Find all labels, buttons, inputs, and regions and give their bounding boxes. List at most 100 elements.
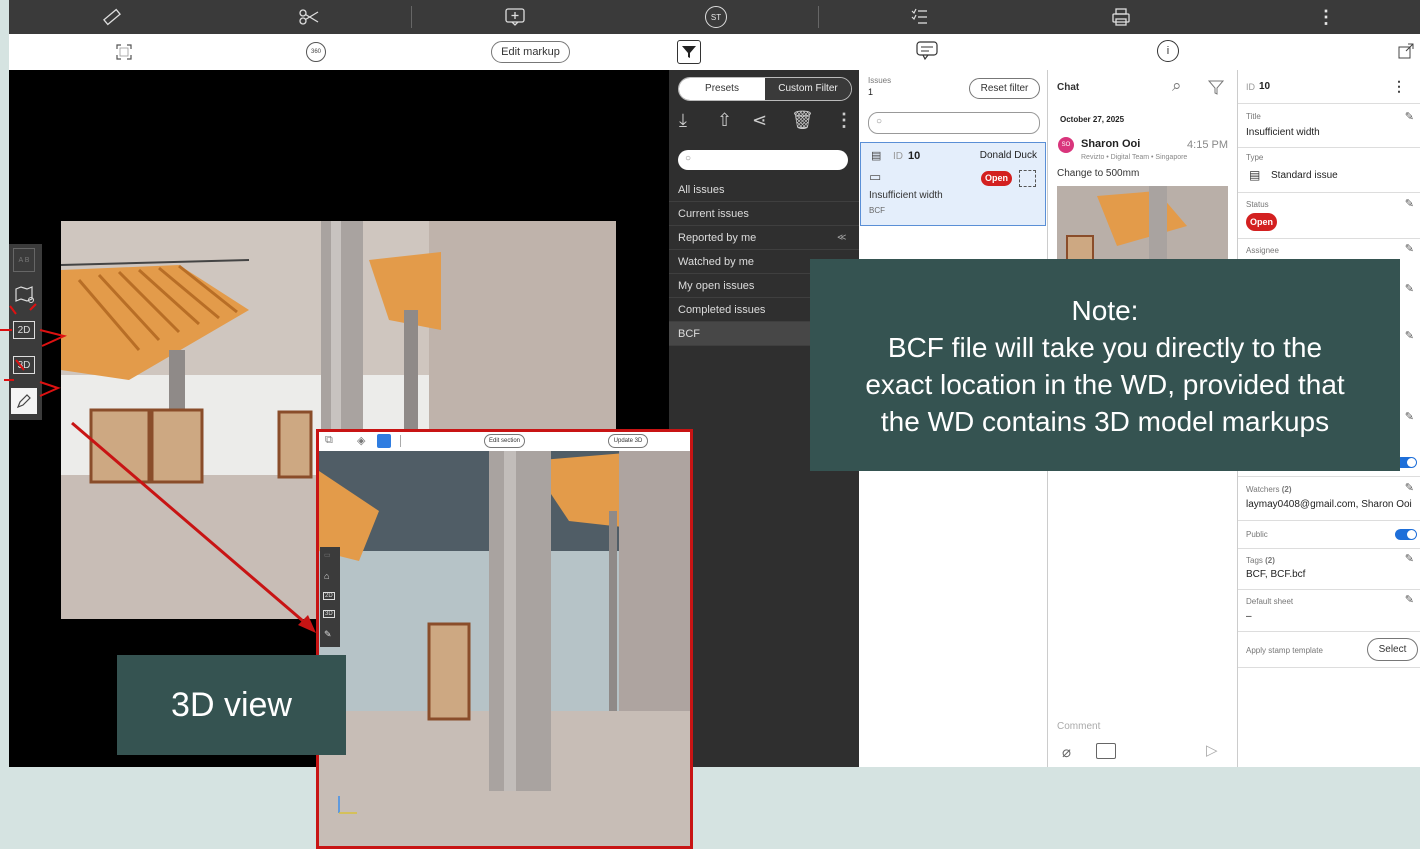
comment-icon: ▭ [869, 169, 882, 184]
more-vert-icon[interactable]: ⋮ [835, 110, 853, 131]
share-icon: ≪ [837, 232, 847, 242]
3d-view-button[interactable]: 3D [323, 610, 335, 618]
issue-id-label: ID [893, 151, 903, 162]
tab-presets[interactable]: Presets [679, 78, 765, 100]
view-360-label: 360 [306, 42, 326, 62]
issues-label: Issues [868, 76, 892, 85]
chat-title: Chat [1057, 82, 1080, 93]
comment-input[interactable]: Comment [1057, 721, 1100, 732]
more-vert-icon[interactable]: ⋮ [1312, 3, 1340, 31]
detail-watchers: laymay0408@gmail.com, Sharon Ooi [1246, 499, 1412, 510]
edit-pencil-icon[interactable]: ✎ [1405, 282, 1414, 295]
export-icon[interactable]: ⇧ [717, 110, 732, 131]
edit-pencil-icon[interactable]: ✎ [1405, 593, 1414, 606]
detail-default-sheet-label: Default sheet [1246, 597, 1294, 606]
filter-icon[interactable] [677, 40, 701, 64]
3d-view-label: 3D view [117, 655, 346, 755]
issue-assignee: Donald Duck [979, 150, 1037, 161]
edit-pencil-icon[interactable]: ✎ [1405, 410, 1414, 423]
edit-pencil-icon[interactable]: ✎ [1405, 552, 1414, 565]
popout-icon[interactable] [1397, 42, 1415, 60]
detail-public-label: Public [1246, 530, 1268, 539]
toolbar-divider [400, 435, 401, 447]
issue-tag: BCF [869, 206, 885, 215]
ruler-icon[interactable] [98, 3, 126, 31]
select-stamp-button[interactable]: Select [1367, 638, 1418, 661]
fullscreen-icon[interactable] [115, 43, 133, 61]
detail-status-label: Status [1246, 200, 1269, 209]
map-pin-icon[interactable]: ⌂ [324, 571, 329, 581]
attachment-icon[interactable]: ⌀ [1062, 743, 1071, 761]
print-icon[interactable] [1107, 3, 1135, 31]
issue-id: 10 [908, 150, 921, 162]
issue-search-input[interactable]: ○ [868, 112, 1040, 134]
search-icon[interactable]: ⌕ [1172, 76, 1182, 96]
annotation-marks [0, 303, 68, 397]
top-toolbar: ST ⋮ [9, 0, 1420, 34]
filter-item-current[interactable]: Current issues [669, 202, 859, 226]
filter-item-reported[interactable]: Reported by me [669, 226, 859, 250]
detail-stamp-label: Apply stamp template [1246, 646, 1323, 655]
right-toolbar: i [669, 34, 1420, 71]
filter-item-all[interactable]: All issues [669, 178, 859, 202]
stamp-icon[interactable]: ST [702, 3, 730, 31]
status-badge[interactable]: Open [1246, 213, 1277, 231]
edit-markup-button[interactable]: Edit markup [491, 41, 570, 63]
divider [1238, 103, 1420, 104]
zoom-icon[interactable] [377, 434, 391, 448]
share-icon[interactable]: ⋖ [752, 110, 767, 131]
divider [1238, 589, 1420, 590]
reset-filter-button[interactable]: Reset filter [969, 78, 1040, 99]
sheet-compare-icon[interactable]: A B [13, 248, 35, 272]
chat-date: October 27, 2025 [1060, 115, 1125, 124]
detail-title: Insufficient width [1246, 127, 1320, 138]
update-3d-button[interactable]: Update 3D [608, 434, 648, 448]
issue-card[interactable]: ▤ ID 10 Donald Duck ▭ Open Insufficient … [860, 142, 1046, 226]
note-heading: Note: [1071, 295, 1139, 326]
stamp-label: ST [705, 6, 727, 28]
divider [1238, 476, 1420, 477]
filter-search-input[interactable]: ○ [678, 150, 848, 170]
section-icon[interactable]: ⧉ [325, 434, 333, 447]
note-line-2: exact location in the WD, provided that [865, 369, 1345, 400]
edit-pencil-icon[interactable]: ✎ [1405, 110, 1414, 123]
chat-snapshot-image[interactable] [1057, 186, 1228, 262]
info-icon[interactable]: i [1157, 40, 1179, 62]
detail-default-sheet: – [1246, 611, 1252, 622]
scissors-icon[interactable] [295, 3, 323, 31]
trash-icon[interactable]: 🗑 [791, 110, 814, 131]
import-icon[interactable]: ⤓ [679, 110, 687, 131]
paint-icon[interactable]: ◈ [357, 434, 365, 447]
edit-pencil-icon[interactable]: ✎ [1405, 242, 1414, 255]
inset-toolbar: ⧉ ◈ Edit section Update 3D [319, 432, 690, 452]
filter-icon[interactable] [1207, 78, 1225, 96]
issue-type-icon: ▤ [1249, 168, 1261, 182]
more-vert-icon[interactable]: ⋮ [1392, 78, 1406, 95]
detail-type-label: Type [1246, 153, 1264, 162]
2d-view-button[interactable]: 2D [323, 592, 335, 600]
sheet-compare-icon[interactable]: ▭ [324, 551, 331, 559]
divider [1238, 548, 1420, 549]
avatar: SO [1058, 137, 1074, 153]
public-toggle[interactable] [1395, 529, 1417, 540]
edit-pencil-icon[interactable]: ✎ [1405, 197, 1414, 210]
edit-pencil-icon[interactable]: ✎ [1405, 481, 1414, 494]
chat-icon[interactable] [915, 40, 941, 62]
pen-markup-icon[interactable]: ✎ [324, 629, 332, 640]
edit-pencil-icon[interactable]: ✎ [1405, 329, 1414, 342]
camera-icon[interactable] [1096, 743, 1116, 759]
tab-custom-filter[interactable]: Custom Filter [765, 78, 851, 100]
add-markup-icon[interactable] [501, 3, 529, 31]
tags-label-text: Tags [1246, 556, 1263, 565]
issue-thumbnail-placeholder [1019, 170, 1036, 187]
detail-assignee-label: Assignee [1246, 246, 1279, 255]
view-360-icon[interactable]: 360 [306, 42, 332, 62]
note-line-3: the WD contains 3D model markups [880, 406, 1330, 437]
checklist-icon[interactable] [906, 3, 934, 31]
tags-count: (2) [1265, 556, 1275, 565]
edit-section-button[interactable]: Edit section [484, 434, 525, 448]
search-icon: ○ [876, 116, 883, 127]
chat-message: Change to 500mm [1057, 168, 1140, 179]
send-icon[interactable]: ▷ [1206, 741, 1218, 759]
watchers-count: (2) [1281, 485, 1292, 494]
